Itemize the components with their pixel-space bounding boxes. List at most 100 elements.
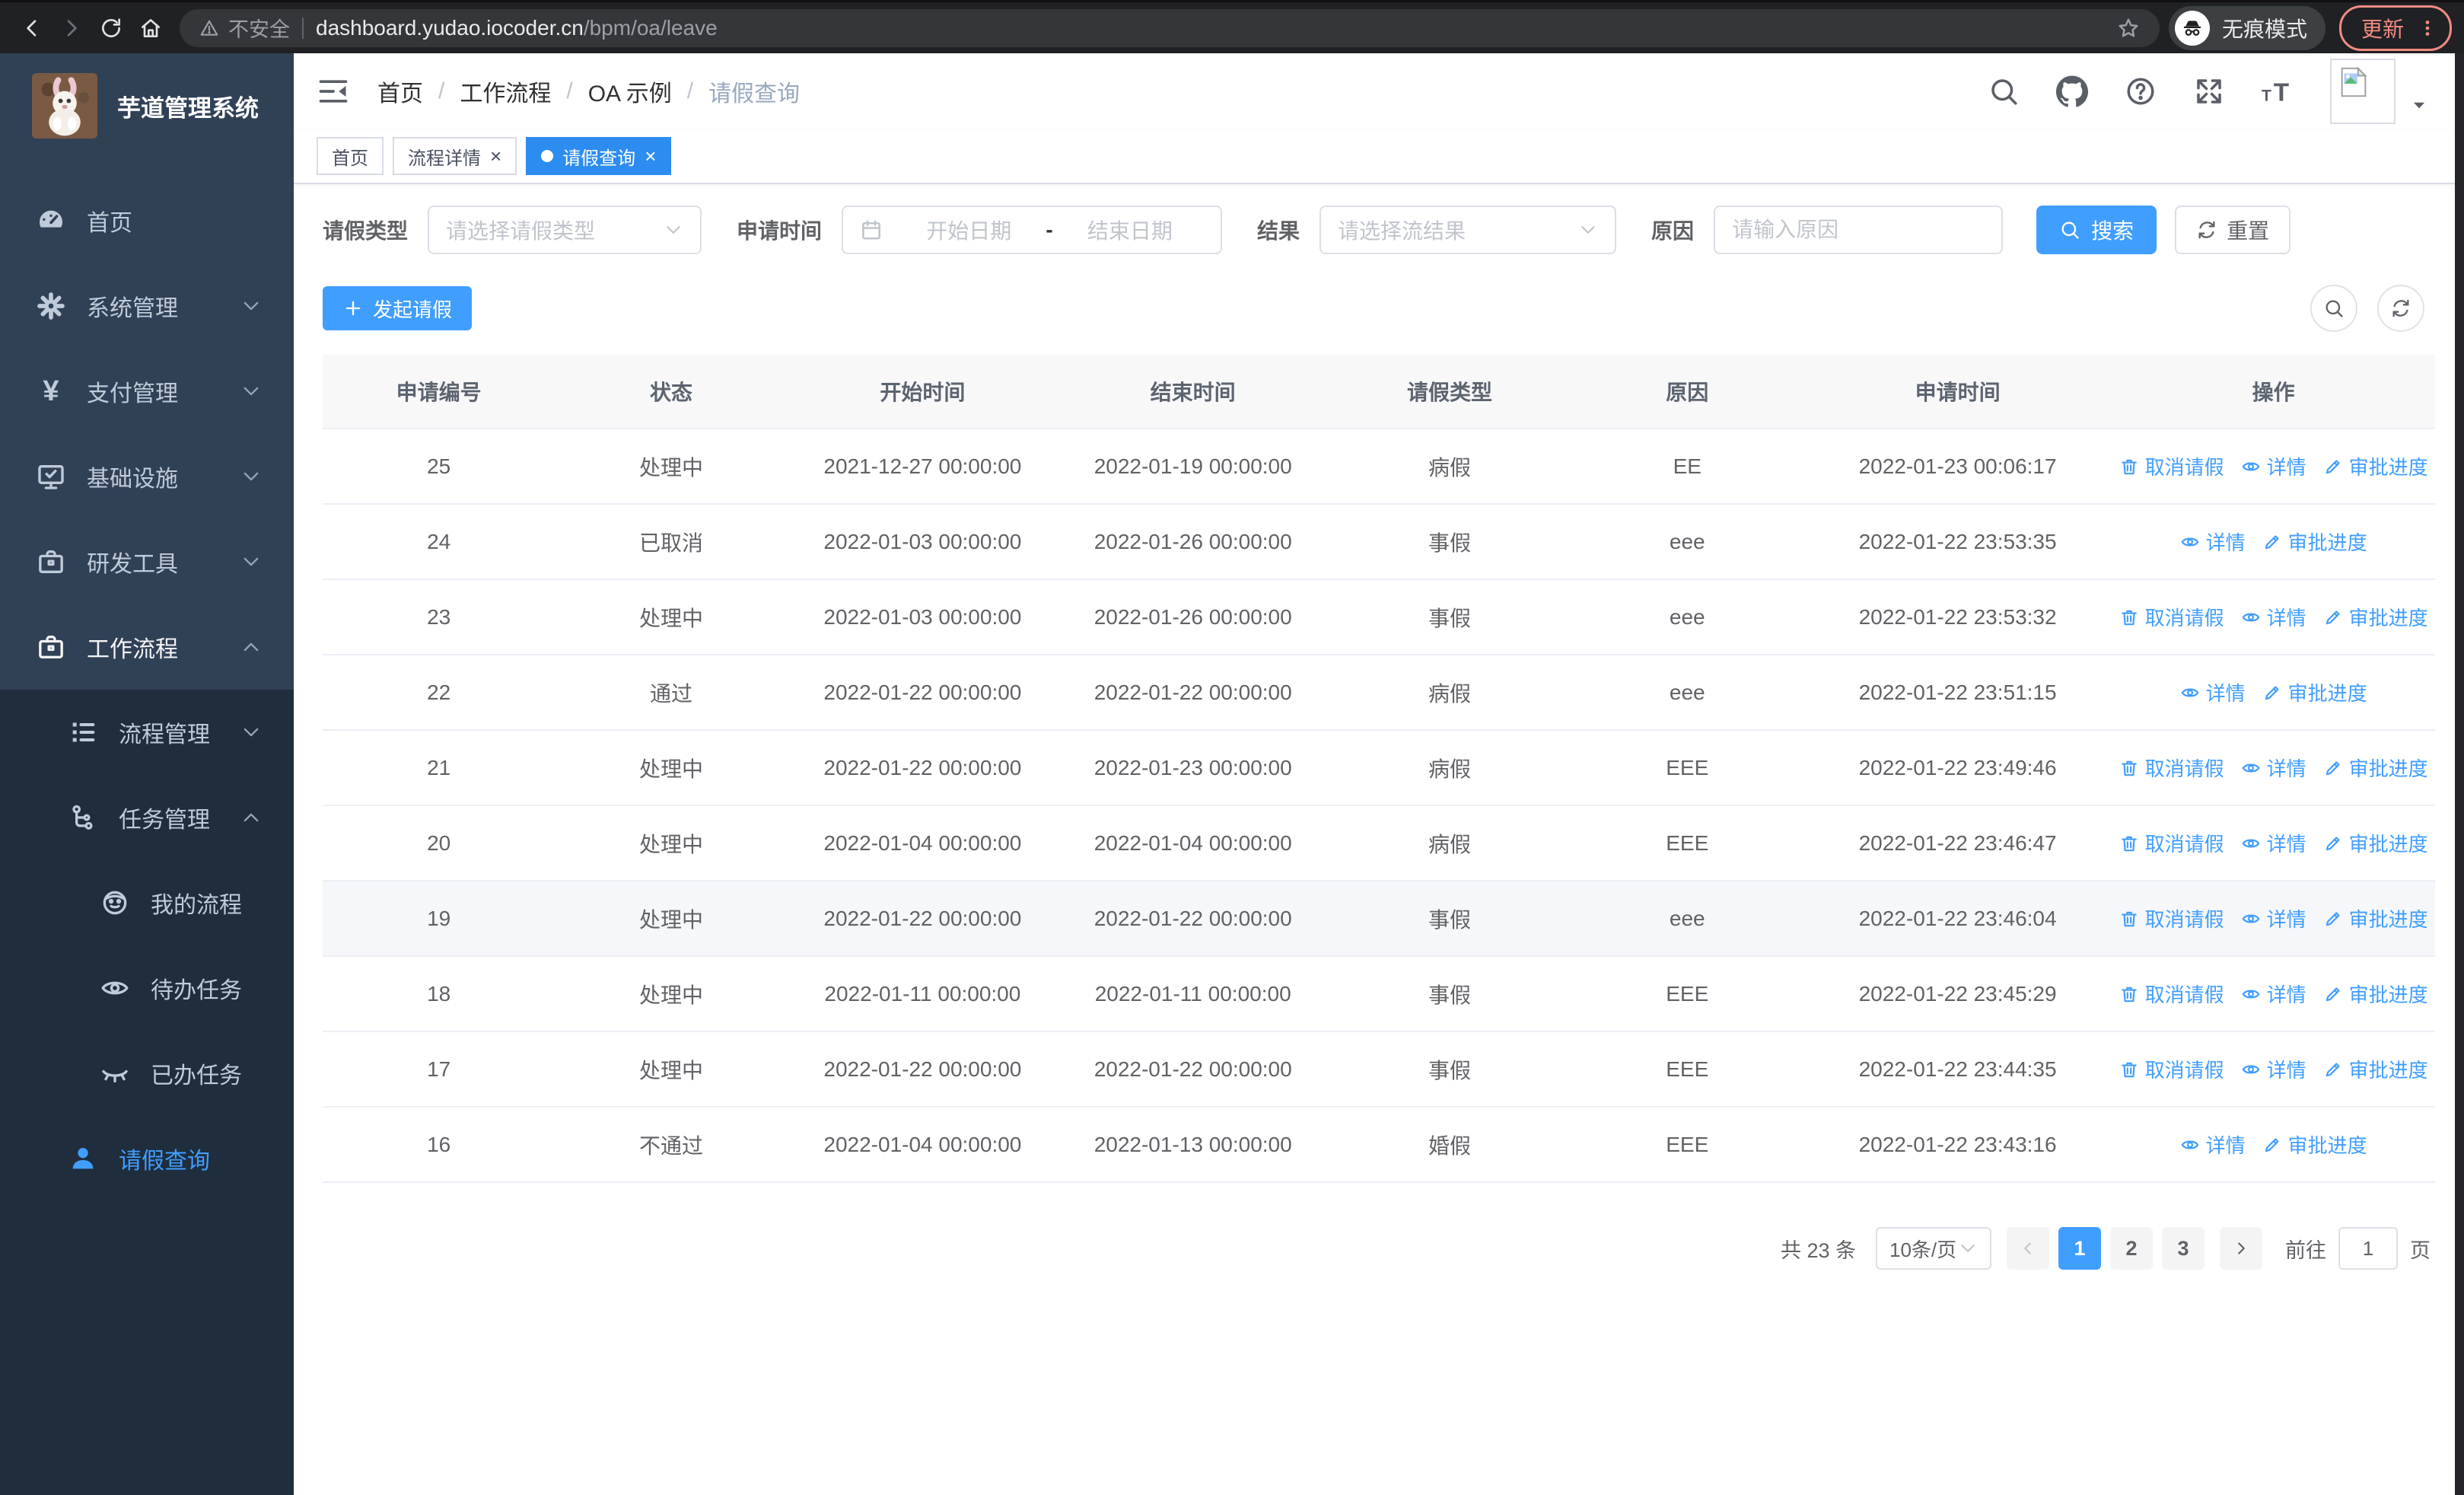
reset-button[interactable]: 重置 bbox=[2175, 206, 2291, 254]
action-detail-link[interactable]: 详情 bbox=[2241, 829, 2306, 857]
action-cancel-link[interactable]: 取消请假 bbox=[2119, 980, 2224, 1008]
sidebar-item[interactable]: 系统管理 bbox=[0, 263, 294, 349]
github-icon[interactable] bbox=[2056, 75, 2088, 107]
action-cancel-link[interactable]: 取消请假 bbox=[2119, 829, 2224, 857]
cell-start: 2022-01-22 00:00:00 bbox=[788, 730, 1058, 805]
search-icon[interactable] bbox=[1988, 75, 2020, 107]
page-button[interactable]: 3 bbox=[2162, 1227, 2205, 1270]
sidebar-item[interactable]: 基础设施 bbox=[0, 434, 294, 519]
action-progress-link[interactable]: 审批进度 bbox=[2323, 754, 2428, 782]
column-header: 申请编号 bbox=[323, 355, 555, 429]
forward-icon[interactable] bbox=[52, 8, 91, 48]
security-indicator[interactable]: 不安全 bbox=[199, 13, 290, 43]
action-detail-link[interactable]: 详情 bbox=[2241, 904, 2306, 932]
action-detail-link[interactable]: 详情 bbox=[2180, 528, 2246, 556]
action-progress-link[interactable]: 审批进度 bbox=[2323, 980, 2428, 1008]
view-tab[interactable]: 流程详情× bbox=[393, 137, 517, 175]
reload-icon[interactable] bbox=[91, 8, 131, 48]
sidebar-item[interactable]: 工作流程 bbox=[0, 604, 294, 690]
action-detail-link[interactable]: 详情 bbox=[2241, 980, 2306, 1008]
next-page-button[interactable] bbox=[2220, 1227, 2262, 1270]
app-logo[interactable]: 芋道管理系统 bbox=[0, 53, 294, 146]
action-cancel-link[interactable]: 取消请假 bbox=[2119, 904, 2224, 932]
action-progress-link[interactable]: 审批进度 bbox=[2323, 603, 2428, 631]
action-progress-link[interactable]: 审批进度 bbox=[2323, 452, 2428, 480]
view-tab[interactable]: 首页 bbox=[317, 137, 384, 175]
action-cancel-link[interactable]: 取消请假 bbox=[2119, 452, 2224, 480]
browser-update-button[interactable]: 更新 bbox=[2339, 5, 2452, 51]
action-detail-link[interactable]: 详情 bbox=[2241, 754, 2306, 782]
sidebar-item[interactable]: 任务管理 bbox=[0, 775, 294, 860]
edit-icon bbox=[2262, 1135, 2282, 1155]
apply-time-label: 申请时间 bbox=[737, 215, 822, 245]
action-detail-link[interactable]: 详情 bbox=[2180, 678, 2246, 706]
close-icon[interactable]: × bbox=[645, 146, 656, 166]
sidebar-item[interactable]: 待办任务 bbox=[0, 945, 294, 1031]
user-menu[interactable] bbox=[2330, 59, 2429, 124]
table-row: 17处理中2022-01-22 00:00:002022-01-22 00:00… bbox=[323, 1031, 2435, 1107]
action-detail-link[interactable]: 详情 bbox=[2241, 452, 2306, 480]
sidebar-item-label: 系统管理 bbox=[87, 289, 178, 323]
breadcrumb-item[interactable]: OA 示例 bbox=[588, 75, 672, 108]
action-cancel-link[interactable]: 取消请假 bbox=[2119, 754, 2224, 782]
close-icon[interactable]: × bbox=[490, 146, 501, 166]
refresh-table-button[interactable] bbox=[2377, 285, 2424, 332]
back-icon[interactable] bbox=[12, 8, 52, 48]
font-size-icon[interactable]: TT bbox=[2262, 75, 2294, 107]
action-progress-link[interactable]: 审批进度 bbox=[2262, 528, 2367, 556]
page-size-select[interactable]: 10条/页 bbox=[1876, 1227, 1991, 1270]
row-actions: 取消请假详情审批进度 bbox=[2112, 452, 2434, 480]
sidebar-item[interactable]: 首页 bbox=[0, 178, 294, 263]
cell-applied: 2022-01-22 23:43:16 bbox=[1803, 1107, 2112, 1182]
question-icon[interactable] bbox=[2125, 75, 2157, 107]
action-progress-link[interactable]: 审批进度 bbox=[2323, 829, 2428, 857]
cell-reason: EEE bbox=[1571, 730, 1803, 805]
action-progress-link[interactable]: 审批进度 bbox=[2323, 904, 2428, 932]
toggle-search-button[interactable] bbox=[2310, 285, 2357, 332]
sidebar-item[interactable]: ¥支付管理 bbox=[0, 349, 294, 434]
search-button[interactable]: 搜索 bbox=[2036, 206, 2157, 254]
action-progress-link[interactable]: 审批进度 bbox=[2323, 1055, 2428, 1083]
create-leave-button[interactable]: 发起请假 bbox=[323, 286, 472, 330]
page-button[interactable]: 1 bbox=[2058, 1227, 2101, 1270]
cell-reason: eee bbox=[1571, 655, 1803, 730]
sidebar-item-label: 支付管理 bbox=[87, 375, 178, 408]
sidebar-fold-icon[interactable] bbox=[317, 75, 350, 108]
action-detail-link[interactable]: 详情 bbox=[2180, 1130, 2246, 1159]
menu-dots-icon[interactable] bbox=[2418, 18, 2437, 38]
view-tab[interactable]: 请假查询× bbox=[526, 137, 671, 175]
sidebar-item[interactable]: 已办任务 bbox=[0, 1031, 294, 1116]
action-label: 详情 bbox=[2267, 603, 2306, 631]
delete-icon bbox=[2119, 758, 2139, 778]
sidebar-item[interactable]: 研发工具 bbox=[0, 519, 294, 604]
home-icon[interactable] bbox=[131, 8, 170, 48]
action-detail-link[interactable]: 详情 bbox=[2241, 1055, 2306, 1083]
sidebar-item[interactable]: 流程管理 bbox=[0, 690, 294, 775]
action-detail-link[interactable]: 详情 bbox=[2241, 603, 2306, 631]
breadcrumb-item[interactable]: 首页 bbox=[377, 75, 423, 108]
prev-page-button[interactable] bbox=[2007, 1227, 2049, 1270]
window-scrollbar-edge[interactable] bbox=[2455, 53, 2464, 1495]
sidebar-item[interactable]: 请假查询 bbox=[0, 1116, 294, 1201]
page-button[interactable]: 2 bbox=[2110, 1227, 2153, 1270]
table-body: 25处理中2021-12-27 00:00:002022-01-19 00:00… bbox=[323, 429, 2435, 1182]
table-row: 18处理中2022-01-11 00:00:002022-01-11 00:00… bbox=[323, 956, 2435, 1031]
action-progress-link[interactable]: 审批进度 bbox=[2262, 1130, 2367, 1159]
filter-form: 请假类型 请选择请假类型 申请时间 开始日期 - 结束日期 bbox=[323, 206, 2435, 254]
view-icon bbox=[2241, 834, 2261, 853]
action-cancel-link[interactable]: 取消请假 bbox=[2119, 1055, 2224, 1083]
bookmark-star-icon[interactable] bbox=[2117, 17, 2140, 40]
action-progress-link[interactable]: 审批进度 bbox=[2262, 678, 2367, 706]
breadcrumb-item[interactable]: 工作流程 bbox=[460, 75, 551, 108]
result-select[interactable]: 请选择流结果 bbox=[1320, 206, 1616, 254]
reason-input[interactable] bbox=[1714, 206, 2003, 254]
leave-type-select[interactable]: 请选择请假类型 bbox=[428, 206, 702, 254]
action-cancel-link[interactable]: 取消请假 bbox=[2119, 603, 2224, 631]
goto-page-input[interactable] bbox=[2338, 1227, 2398, 1270]
address-bar[interactable]: 不安全 dashboard.yudao.iocoder.cn/bpm/oa/le… bbox=[180, 9, 2160, 47]
date-range-picker[interactable]: 开始日期 - 结束日期 bbox=[842, 206, 1222, 254]
fullscreen-icon[interactable] bbox=[2193, 75, 2225, 107]
end-date-placeholder: 结束日期 bbox=[1056, 215, 1204, 245]
sidebar-item[interactable]: 我的流程 bbox=[0, 860, 294, 945]
column-header: 操作 bbox=[2112, 355, 2435, 429]
